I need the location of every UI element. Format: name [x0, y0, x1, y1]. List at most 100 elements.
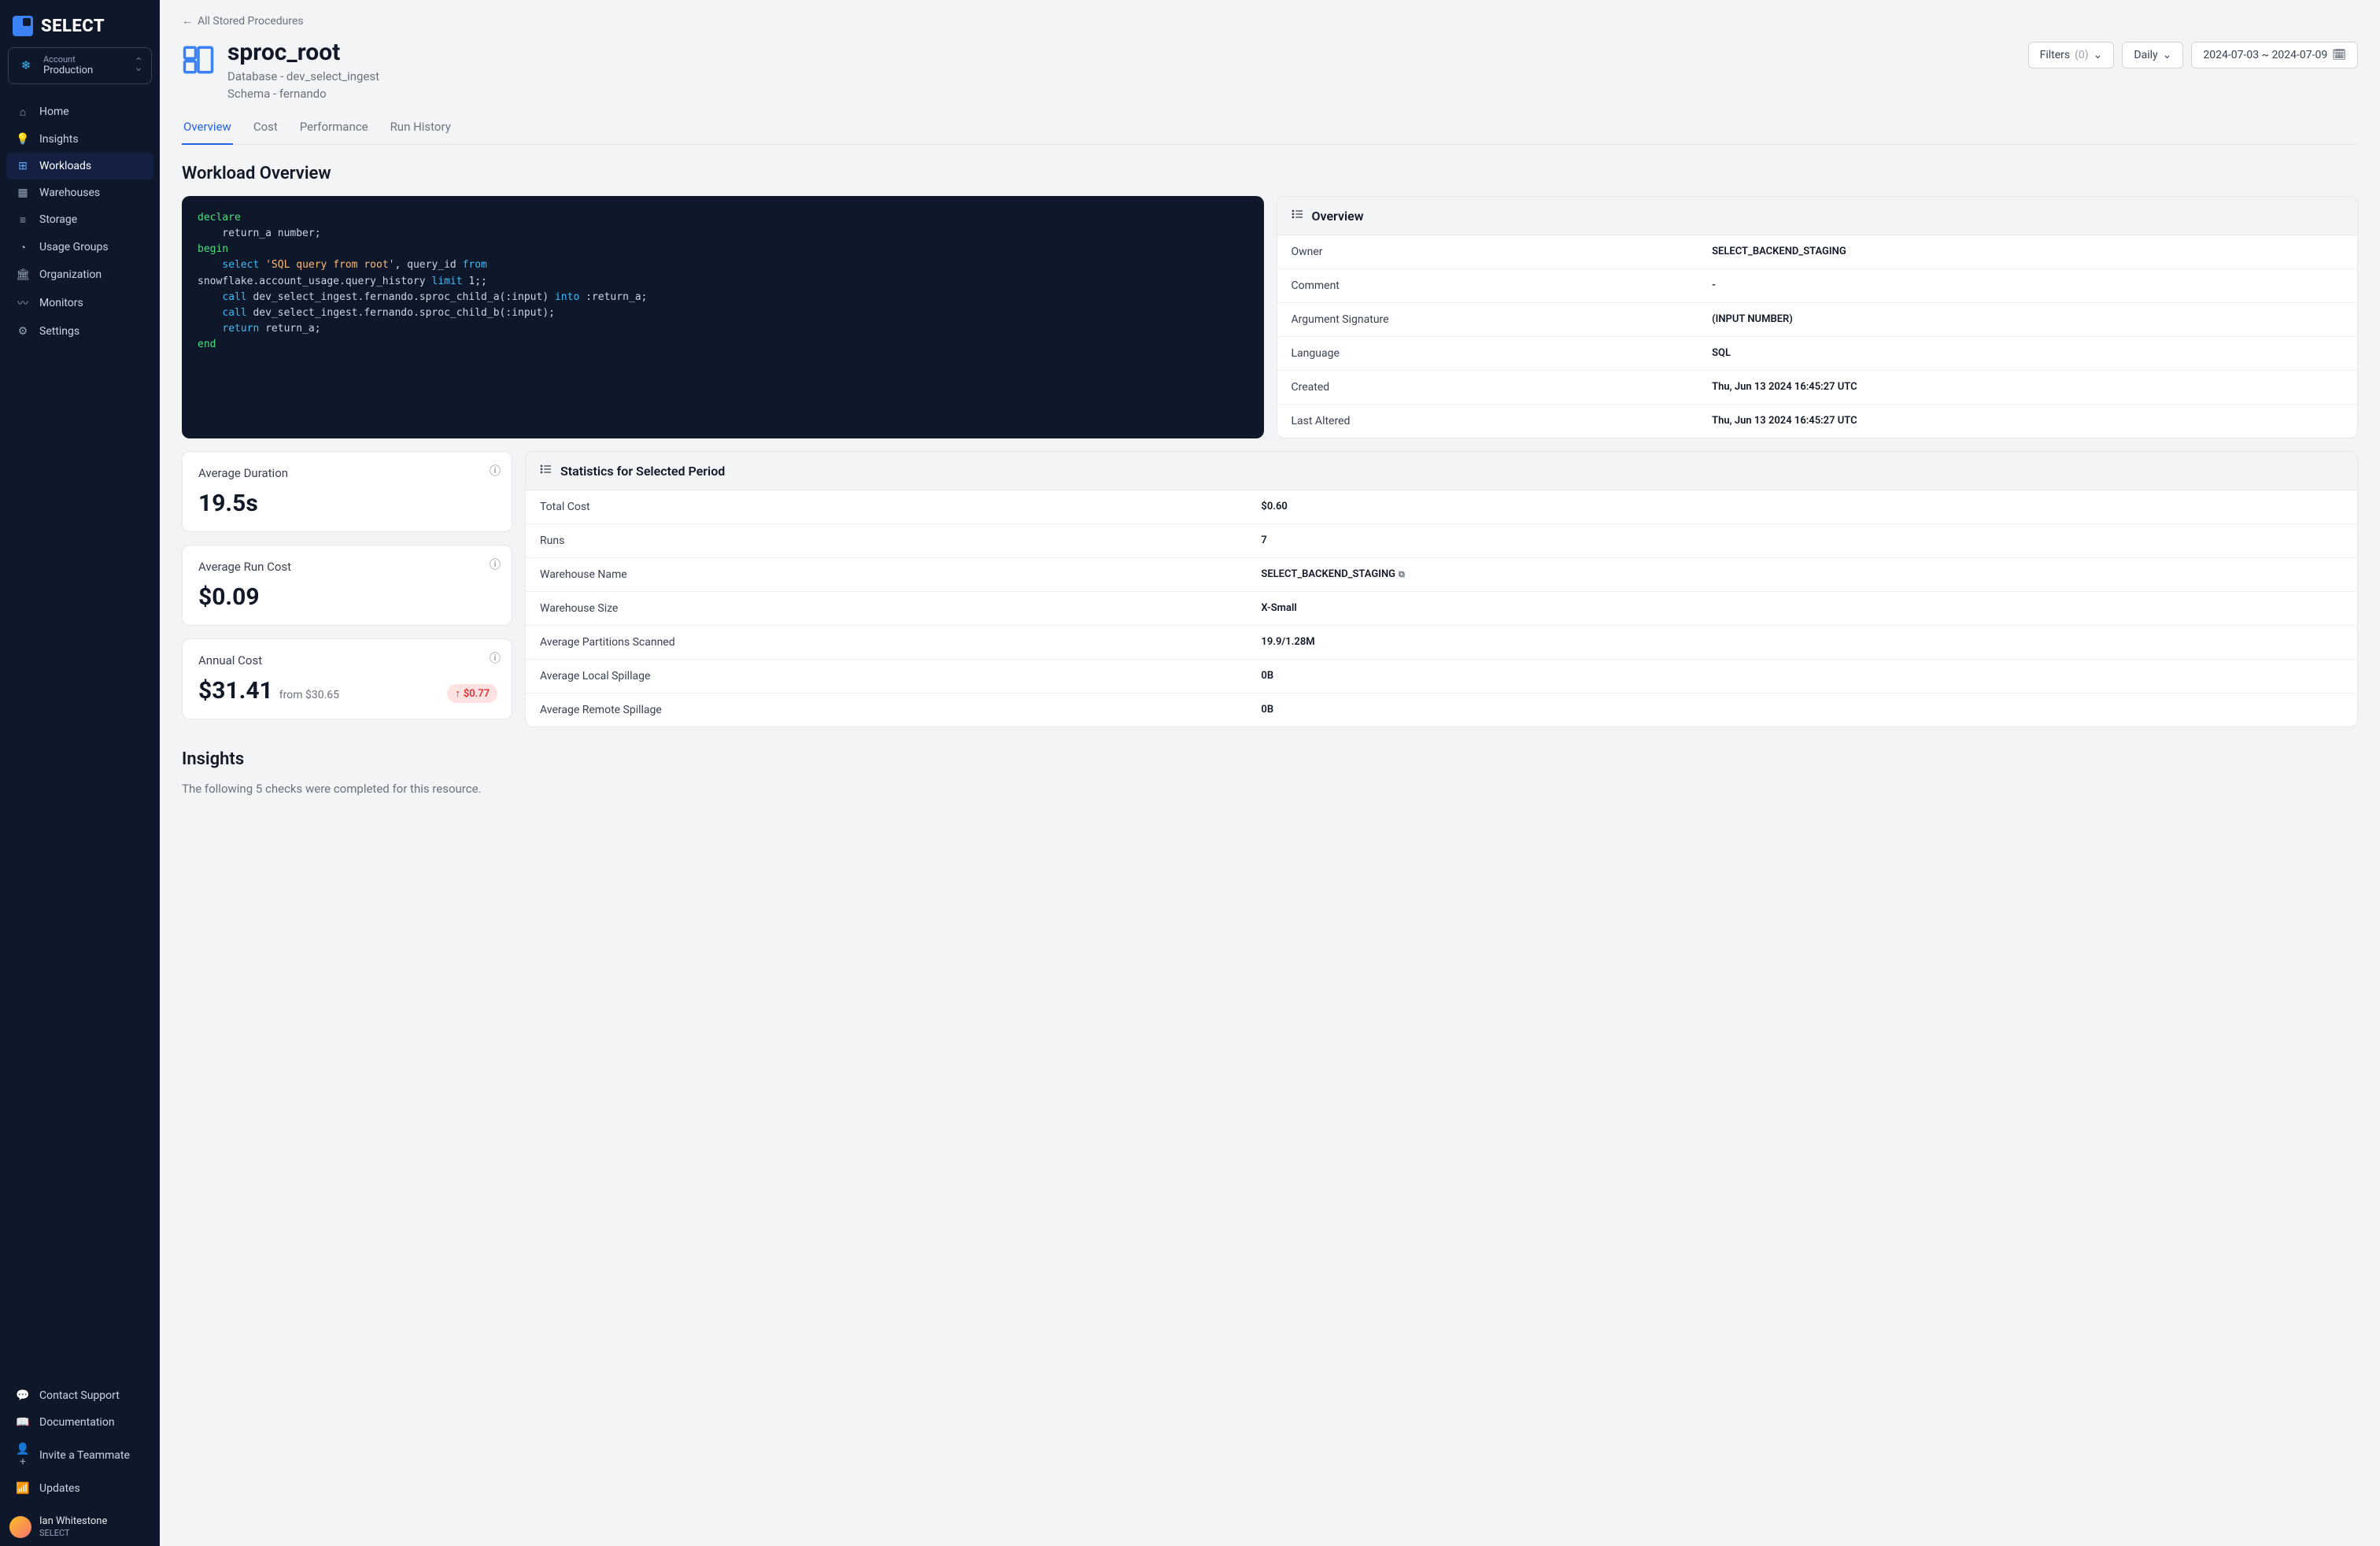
sidebar-item-warehouses[interactable]: ▦Warehouses: [6, 179, 153, 206]
stat-label: Annual Cost: [198, 653, 496, 668]
list-icon: [540, 463, 552, 479]
kv-key: Argument Signature: [1292, 313, 1713, 326]
nav-icon: ≡: [16, 213, 30, 227]
kv-value: Thu, Jun 13 2024 16:45:27 UTC: [1712, 381, 2343, 394]
info-icon[interactable]: ⓘ: [490, 463, 501, 479]
info-icon[interactable]: ⓘ: [490, 650, 501, 666]
sidebar-item-storage[interactable]: ≡Storage: [6, 206, 153, 234]
sidebar-item-home[interactable]: ⌂ Home: [6, 98, 153, 126]
chevron-down-icon: ⌄: [2094, 49, 2103, 61]
sidebar-item-label: Usage Groups: [39, 241, 109, 253]
sidebar-item-label: Organization: [39, 268, 102, 281]
overview-row: Comment-: [1277, 269, 2358, 303]
kv-value: (INPUT NUMBER): [1712, 313, 2343, 326]
kv-key: Average Local Spillage: [540, 670, 1261, 682]
sidebar-item-organization[interactable]: 🏛 Organization: [6, 261, 153, 288]
insights-title: Insights: [182, 749, 2358, 769]
overview-row: CreatedThu, Jun 13 2024 16:45:27 UTC: [1277, 371, 2358, 405]
stats-panel-title: Statistics for Selected Period: [560, 464, 725, 479]
info-icon[interactable]: ⓘ: [490, 557, 501, 572]
tab-performance[interactable]: Performance: [298, 112, 370, 144]
user-name: Ian Whitestone: [39, 1516, 107, 1528]
section-title: Workload Overview: [182, 164, 2358, 183]
account-switcher[interactable]: ❄ Account Production ⌃⌄: [8, 47, 152, 84]
tab-cost[interactable]: Cost: [252, 112, 279, 144]
kv-value: 19.9/1.28M: [1261, 636, 2343, 649]
kv-value: 0B: [1261, 670, 2343, 682]
arrow-up-icon: ↑: [455, 687, 460, 700]
filters-button[interactable]: Filters (0) ⌄: [2028, 42, 2115, 68]
account-name: Production: [43, 65, 126, 77]
main-content: ← All Stored Procedures sproc_root Datab…: [160, 0, 2380, 1546]
tab-run-history[interactable]: Run History: [389, 112, 453, 144]
sidebar-item-label: Home: [39, 105, 69, 118]
granularity-select[interactable]: Daily ⌄: [2122, 42, 2183, 68]
nav-icon: ⚙: [16, 325, 30, 338]
sidebar-item-settings[interactable]: ⚙Settings: [6, 318, 153, 345]
stats-row: Average Local Spillage0B: [526, 660, 2357, 693]
kv-value: Thu, Jun 13 2024 16:45:27 UTC: [1712, 415, 2343, 427]
nav-icon: 📶: [16, 1482, 30, 1495]
overview-row: LanguageSQL: [1277, 337, 2358, 371]
chevron-down-icon: ⌄: [2163, 49, 2172, 61]
main-nav: ⌂ Home 💡 Insights ⊞Workloads▦Warehouses≡Stor…: [0, 95, 160, 1376]
kv-key: Average Partitions Scanned: [540, 636, 1261, 649]
secondary-nav: 💬Contact Support📖Documentation👤+Invite a…: [0, 1376, 160, 1508]
stat-value: 19.5s: [198, 490, 496, 517]
breadcrumb[interactable]: ← All Stored Procedures: [182, 14, 2358, 28]
sidebar-item-label: Documentation: [39, 1416, 115, 1429]
overview-panel: Overview OwnerSELECT_BACKEND_STAGINGComm…: [1277, 196, 2359, 438]
stats-row: Warehouse SizeX-Small: [526, 592, 2357, 626]
stats-row: Warehouse NameSELECT_BACKEND_STAGING⧉: [526, 558, 2357, 592]
calendar-icon: 🗓: [2332, 49, 2346, 61]
stat-sub: from $30.65: [279, 689, 339, 701]
kv-value: 7: [1261, 534, 2343, 547]
user-menu[interactable]: Ian Whitestone SELECT: [0, 1508, 160, 1546]
tabs: Overview Cost Performance Run History: [182, 112, 2358, 145]
external-link-icon[interactable]: ⧉: [1399, 569, 1405, 579]
snowflake-icon: ❄: [17, 56, 35, 75]
sidebar-item-workloads[interactable]: ⊞Workloads: [6, 153, 153, 179]
overview-panel-title: Overview: [1312, 209, 1364, 224]
sidebar-item-invite-a-teammate[interactable]: 👤+Invite a Teammate: [6, 1436, 153, 1475]
page-subtitle-schema: Schema - fernando: [227, 87, 379, 101]
stat-value: $0.09: [198, 583, 496, 611]
nav-icon: 🏛: [16, 268, 30, 281]
tab-overview[interactable]: Overview: [182, 112, 233, 145]
kv-key: Total Cost: [540, 501, 1261, 513]
sidebar-item-contact-support[interactable]: 💬Contact Support: [6, 1382, 153, 1409]
kv-key: Created: [1292, 381, 1713, 394]
brand-name: SELECT: [41, 17, 105, 36]
nav-icon: 〰: [16, 295, 30, 311]
kv-value[interactable]: SELECT_BACKEND_STAGING⧉: [1261, 568, 2343, 581]
sidebar: SELECT ❄ Account Production ⌃⌄ ⌂ Home 💡 Ins…: [0, 0, 160, 1546]
sidebar-item-label: Workloads: [39, 160, 91, 172]
daterange-picker[interactable]: 2024-07-03 ~ 2024-07-09 🗓: [2191, 42, 2358, 68]
kv-key: Owner: [1292, 246, 1713, 258]
nav-icon: ⌂: [16, 105, 30, 119]
trend-badge: ↑$0.77: [447, 684, 497, 703]
back-arrow-icon: ←: [182, 14, 193, 28]
sidebar-item-insights[interactable]: 💡 Insights: [6, 126, 153, 153]
stats-row: Average Partitions Scanned19.9/1.28M: [526, 626, 2357, 660]
kv-key: Runs: [540, 534, 1261, 547]
kv-value: SQL: [1712, 347, 2343, 360]
kv-key: Average Remote Spillage: [540, 704, 1261, 716]
sidebar-item-label: Warehouses: [39, 187, 100, 199]
nav-icon: 💡: [16, 133, 30, 146]
kv-value: X-Small: [1261, 602, 2343, 615]
nav-icon: 👤+: [16, 1443, 30, 1468]
user-org: SELECT: [39, 1528, 107, 1538]
list-icon: [1292, 208, 1304, 224]
sql-code-block: declare return_a number; begin select 'S…: [182, 196, 1264, 438]
sidebar-item-usage-groups[interactable]: ◔Usage Groups: [6, 234, 153, 261]
sidebar-item-monitors[interactable]: 〰Monitors: [6, 288, 153, 318]
sidebar-item-label: Insights: [39, 133, 79, 146]
stored-procedure-icon: [182, 43, 215, 80]
stats-row: Runs7: [526, 524, 2357, 558]
stat-card: ⓘAverage Duration19.5s: [182, 451, 512, 532]
stat-card: ⓘAnnual Cost$31.41from $30.65↑$0.77: [182, 638, 512, 719]
sidebar-item-updates[interactable]: 📶Updates: [6, 1475, 153, 1502]
sidebar-item-documentation[interactable]: 📖Documentation: [6, 1409, 153, 1436]
overview-row: Last AlteredThu, Jun 13 2024 16:45:27 UT…: [1277, 405, 2358, 438]
